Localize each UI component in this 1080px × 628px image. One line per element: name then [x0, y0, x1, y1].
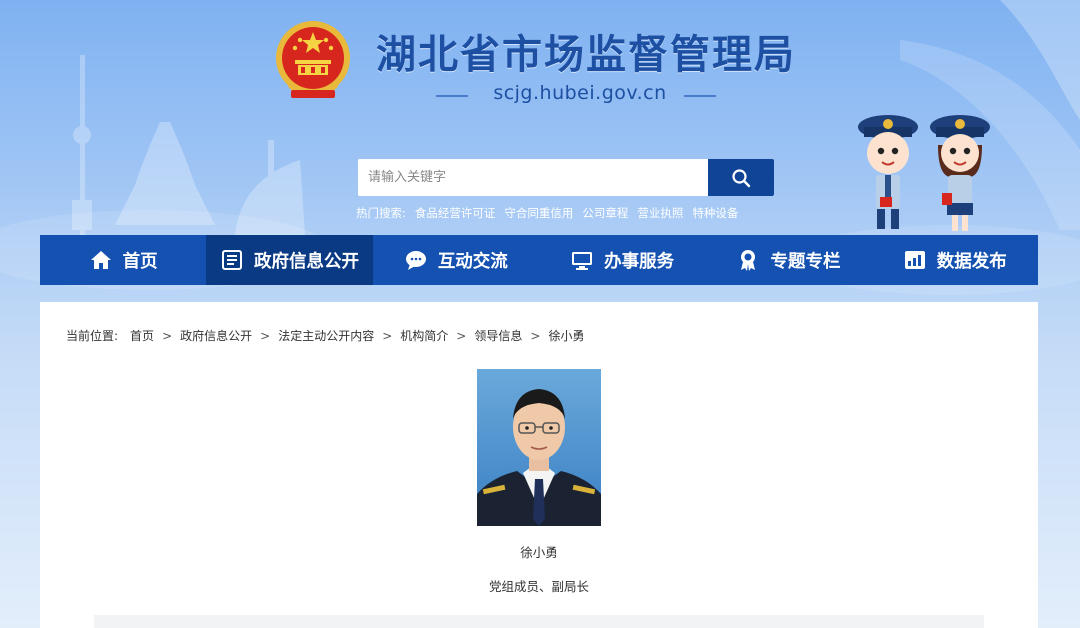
national-emblem-icon[interactable]: [273, 18, 353, 102]
search-bar: [358, 159, 774, 196]
portrait-image: [477, 369, 601, 526]
breadcrumb-separator: >: [530, 328, 541, 343]
breadcrumb-link[interactable]: 首页: [130, 327, 154, 344]
breadcrumb: 当前位置: 首页 > 政府信息公开 > 法定主动公开内容 > 机构简介 > 领导…: [66, 327, 584, 344]
breadcrumb-separator: >: [162, 328, 173, 343]
nav-item-interaction[interactable]: 互动交流: [373, 235, 539, 285]
content-panel: 当前位置: 首页 > 政府信息公开 > 法定主动公开内容 > 机构简介 > 领导…: [40, 302, 1038, 628]
detail-panel: [94, 615, 984, 628]
breadcrumb-link[interactable]: 法定主动公开内容: [278, 327, 374, 344]
breadcrumb-separator: >: [382, 328, 393, 343]
nav-item-label: 专题专栏: [770, 251, 841, 272]
nav-item-label: 首页: [122, 251, 158, 272]
breadcrumb-current: 徐小勇: [548, 329, 585, 343]
leader-photo: [477, 369, 601, 526]
breadcrumb-link[interactable]: 政府信息公开: [180, 327, 252, 344]
hot-search-item[interactable]: 食品经营许可证: [415, 205, 496, 221]
leader-name: 徐小勇: [520, 545, 558, 560]
breadcrumb-link[interactable]: 领导信息: [474, 327, 522, 344]
breadcrumb-label: 当前位置:: [66, 329, 119, 343]
hot-search: 热门搜索: 食品经营许可证 守合同重信用 公司章程 营业执照 特种设备: [356, 205, 747, 221]
hot-search-item[interactable]: 守合同重信用: [504, 205, 573, 221]
ribbon-icon: [741, 250, 756, 271]
hot-search-item[interactable]: 营业执照: [637, 205, 683, 221]
hot-search-item[interactable]: 特种设备: [692, 205, 738, 221]
nav-item-label: 办事服务: [604, 251, 675, 272]
search-button[interactable]: [708, 159, 774, 196]
nav-item-label: 数据发布: [936, 251, 1007, 272]
chart-icon: [904, 251, 925, 269]
search-input[interactable]: [358, 159, 708, 196]
nav-item-special[interactable]: 专题专栏: [705, 235, 871, 285]
nav-item-home[interactable]: 首页: [40, 235, 206, 285]
main-nav: 首页 政府信息公开 互动交流 办事服务 专题专栏 数据发布: [40, 235, 1038, 285]
hot-search-item[interactable]: 公司章程: [582, 205, 628, 221]
nav-item-label: 互动交流: [437, 251, 508, 272]
hot-search-label: 热门搜索:: [356, 206, 406, 220]
document-icon: [221, 250, 242, 270]
breadcrumb-separator: >: [260, 328, 271, 343]
site-title: 湖北省市场监督管理局: [376, 32, 796, 78]
nav-item-services[interactable]: 办事服务: [539, 235, 705, 285]
leader-title: 党组成员、副局长: [488, 579, 589, 594]
site-domain: scjg.hubei.gov.cn: [493, 82, 667, 104]
breadcrumb-link[interactable]: 机构简介: [400, 327, 448, 344]
nav-item-data[interactable]: 数据发布: [872, 235, 1038, 285]
search-icon: [732, 168, 751, 187]
home-icon: [90, 251, 111, 269]
chat-icon: [405, 251, 426, 270]
monitor-icon: [572, 252, 593, 270]
domain-divider-right: [684, 95, 716, 97]
breadcrumb-separator: >: [456, 328, 467, 343]
nav-item-label: 政府信息公开: [253, 251, 359, 272]
mascot-illustration: [858, 115, 990, 231]
nav-item-gov-info[interactable]: 政府信息公开: [206, 235, 373, 285]
site-header: 湖北省市场监督管理局 scjg.hubei.gov.cn 热门搜索: 食品经营许…: [0, 0, 1080, 235]
